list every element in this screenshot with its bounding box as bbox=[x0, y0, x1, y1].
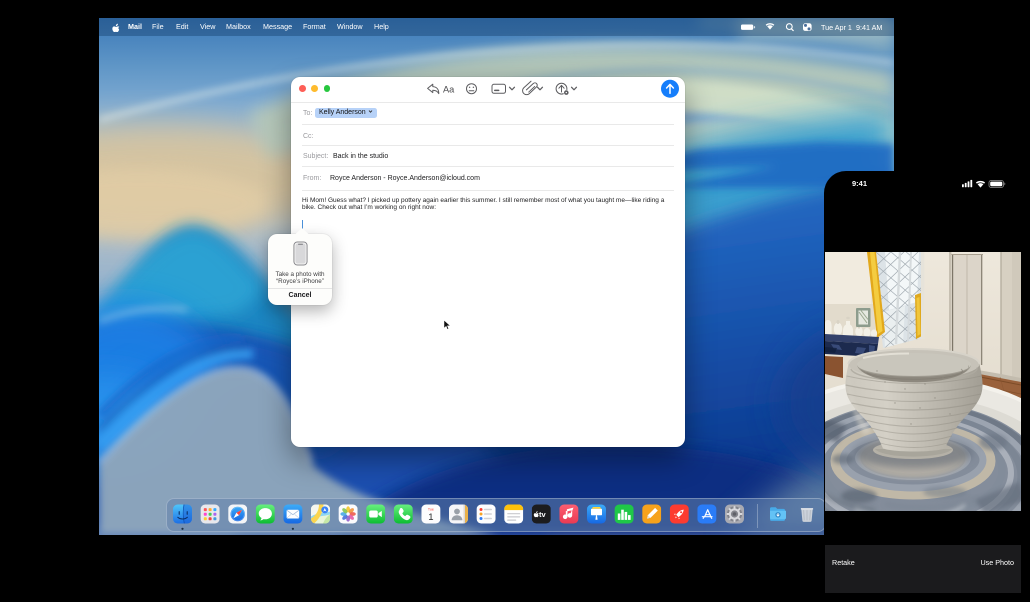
svg-text:Tue Apr 1: Tue Apr 1 bbox=[821, 23, 852, 32]
svg-text:tv: tv bbox=[539, 510, 546, 519]
svg-text:1: 1 bbox=[428, 511, 433, 522]
svg-text:9:41 AM: 9:41 AM bbox=[856, 23, 882, 32]
svg-text:Aa: Aa bbox=[443, 84, 455, 94]
